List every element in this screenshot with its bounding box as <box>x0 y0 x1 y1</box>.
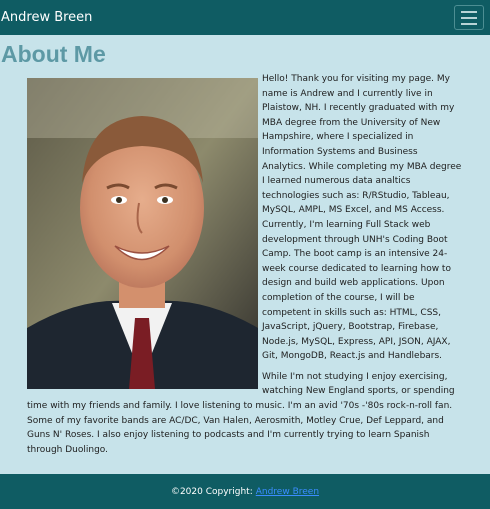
page-title: About Me <box>1 41 106 67</box>
hamburger-line <box>461 16 477 19</box>
profile-photo <box>27 78 258 389</box>
hamburger-line <box>461 22 477 25</box>
footer-link[interactable]: Andrew Breen <box>256 487 319 497</box>
about-content: Hello! Thank you for visiting my page. M… <box>27 72 463 463</box>
hamburger-menu-icon[interactable] <box>454 5 484 30</box>
footer: ©2020 Copyright: Andrew Breen <box>0 474 490 509</box>
navbar-brand[interactable]: Andrew Breen <box>0 10 92 25</box>
footer-copyright: ©2020 Copyright: <box>170 486 253 497</box>
hamburger-line <box>461 10 477 13</box>
navbar: Andrew Breen <box>0 0 490 35</box>
